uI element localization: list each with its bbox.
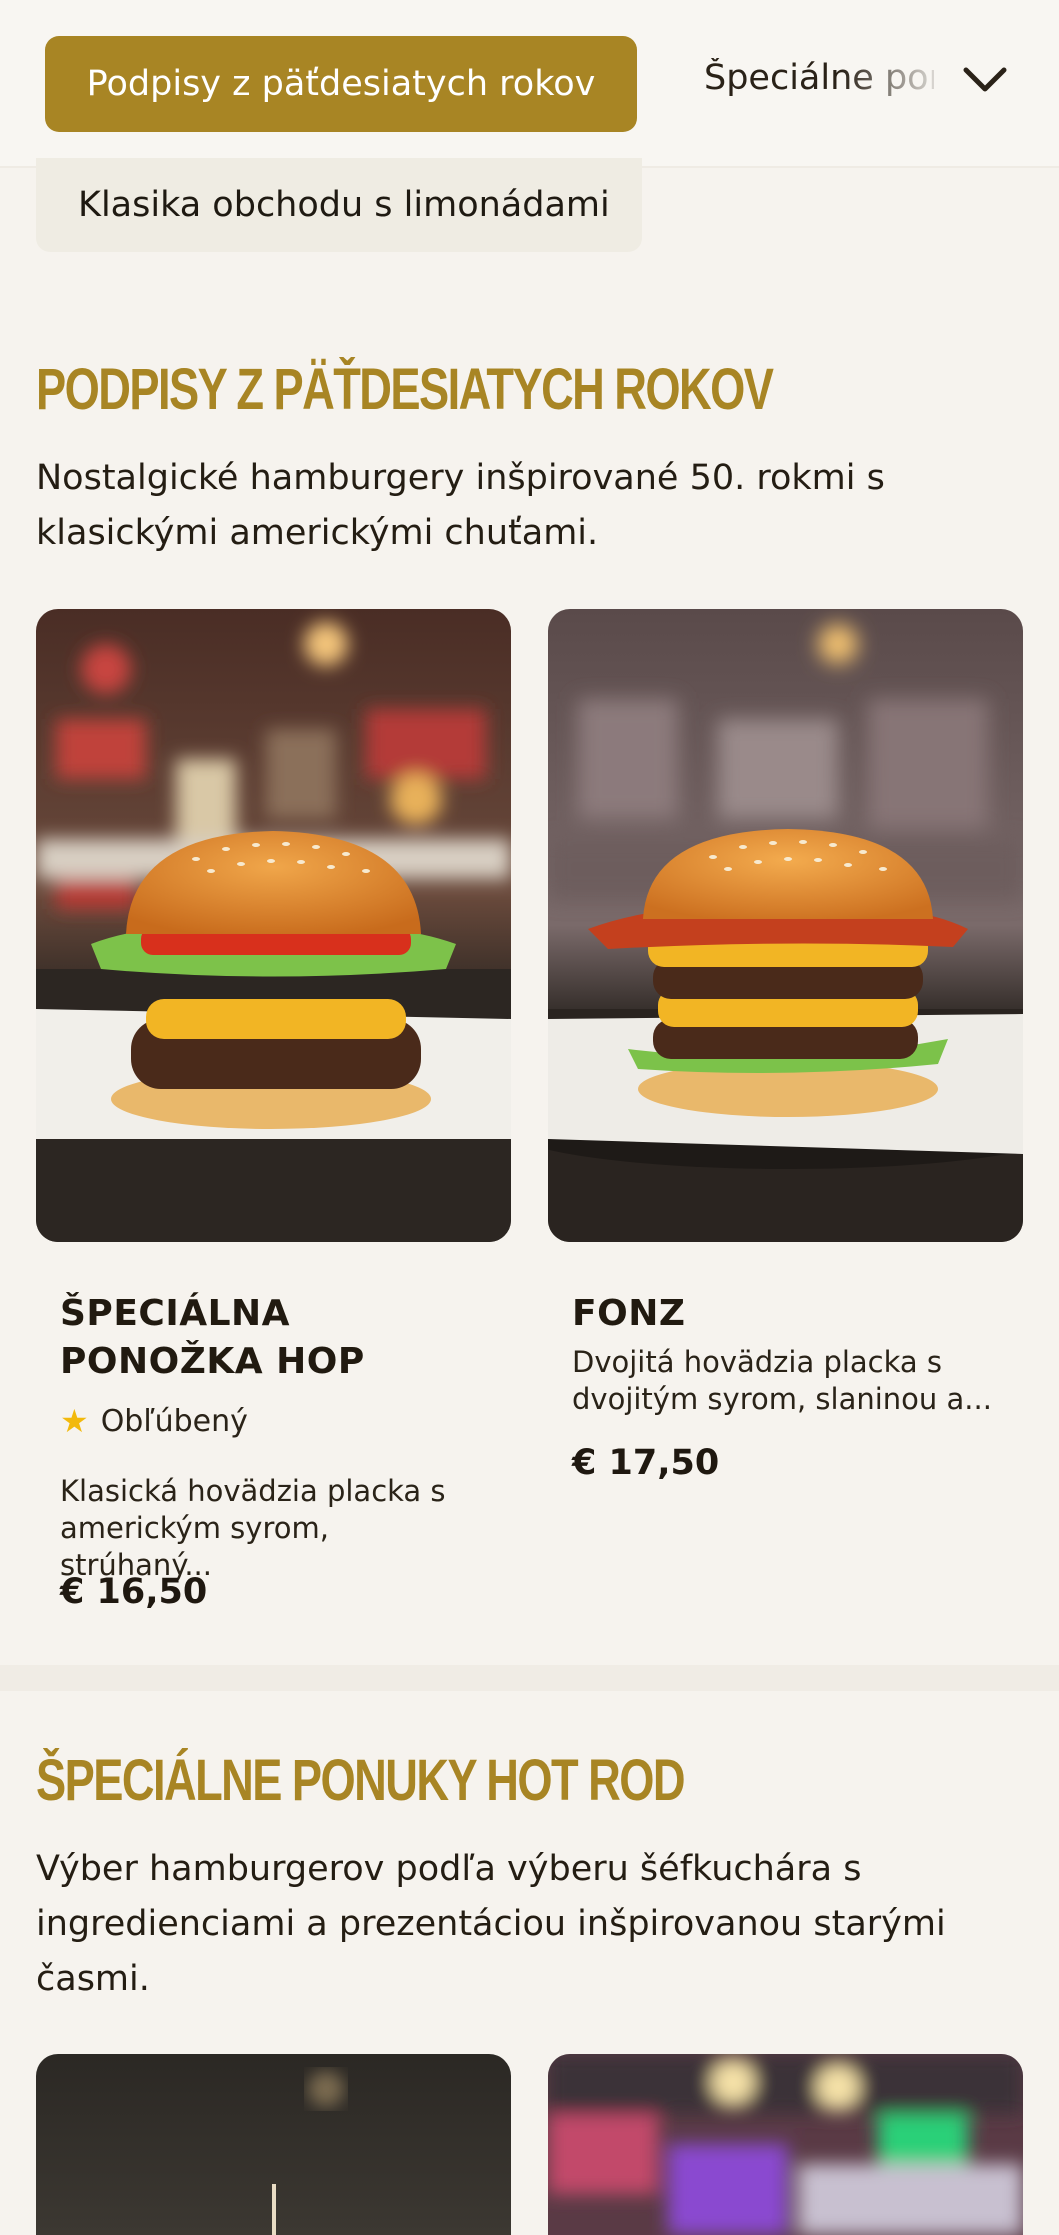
category-tab-next[interactable]: Špeciálne ponuky Hot Rod: [704, 58, 934, 110]
menu-item-name[interactable]: ŠPECIÁLNA PONOŽKA HOP: [60, 1290, 490, 1386]
section-title: ŠPECIÁLNE PONUKY HOT ROD: [36, 1748, 686, 1813]
section-divider: [0, 1665, 1059, 1691]
badge-label: Obľúbený: [100, 1403, 248, 1439]
section-title: PODPISY Z PÄŤDESIATYCH ROKOV: [36, 357, 774, 422]
section-description: Nostalgické hamburgery inšpirované 50. r…: [36, 458, 885, 553]
menu-item-image[interactable]: [548, 2054, 1023, 2235]
category-dropdown-item[interactable]: Klasika obchodu s limonádami: [36, 158, 642, 252]
menu-item-image[interactable]: [548, 609, 1023, 1242]
menu-item-price: € 16,50: [60, 1572, 208, 1612]
chevron-down-icon[interactable]: [960, 60, 1010, 100]
section-description: Výber hamburgerov podľa výberu šéfkuchár…: [36, 1849, 946, 1999]
menu-item-image[interactable]: [36, 609, 511, 1242]
popular-badge: ★ Obľúbený: [60, 1402, 248, 1440]
menu-item-description: Klasická hovädzia placka s americkým syr…: [60, 1474, 446, 1582]
menu-item-name[interactable]: FONZ: [572, 1290, 1002, 1338]
menu-item-image[interactable]: [36, 2054, 511, 2235]
menu-item-price: € 17,50: [572, 1443, 720, 1483]
category-tab-active[interactable]: Podpisy z päťdesiatych rokov: [45, 36, 637, 132]
menu-item-description: Dvojitá hovädzia placka s dvojitým syrom…: [572, 1345, 992, 1416]
category-nav: Podpisy z päťdesiatych rokov Špeciálne p…: [0, 0, 1059, 168]
star-icon: ★: [60, 1402, 89, 1440]
